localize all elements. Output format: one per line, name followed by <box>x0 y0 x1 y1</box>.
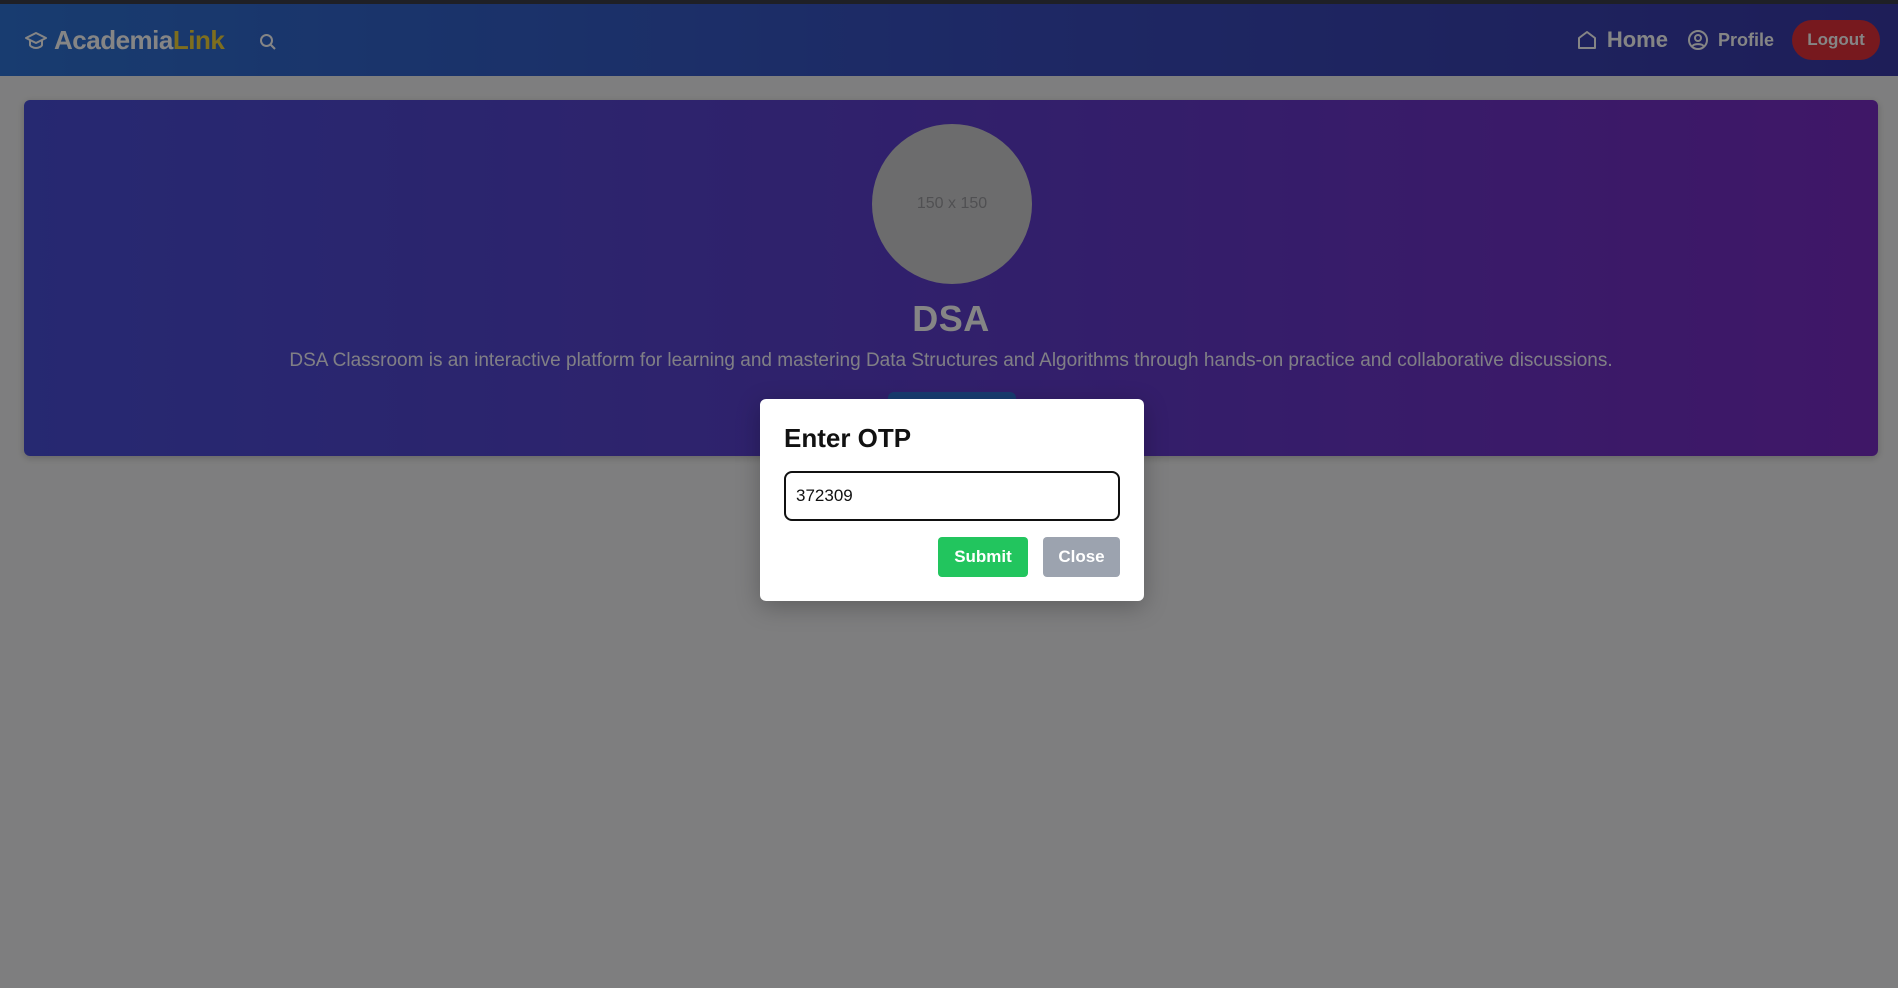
close-button[interactable]: Close <box>1043 537 1120 577</box>
submit-button[interactable]: Submit <box>938 537 1028 577</box>
modal-title: Enter OTP <box>784 423 912 453</box>
otp-modal: Enter OTP Submit Close <box>760 399 1144 601</box>
otp-input[interactable] <box>784 471 1120 521</box>
